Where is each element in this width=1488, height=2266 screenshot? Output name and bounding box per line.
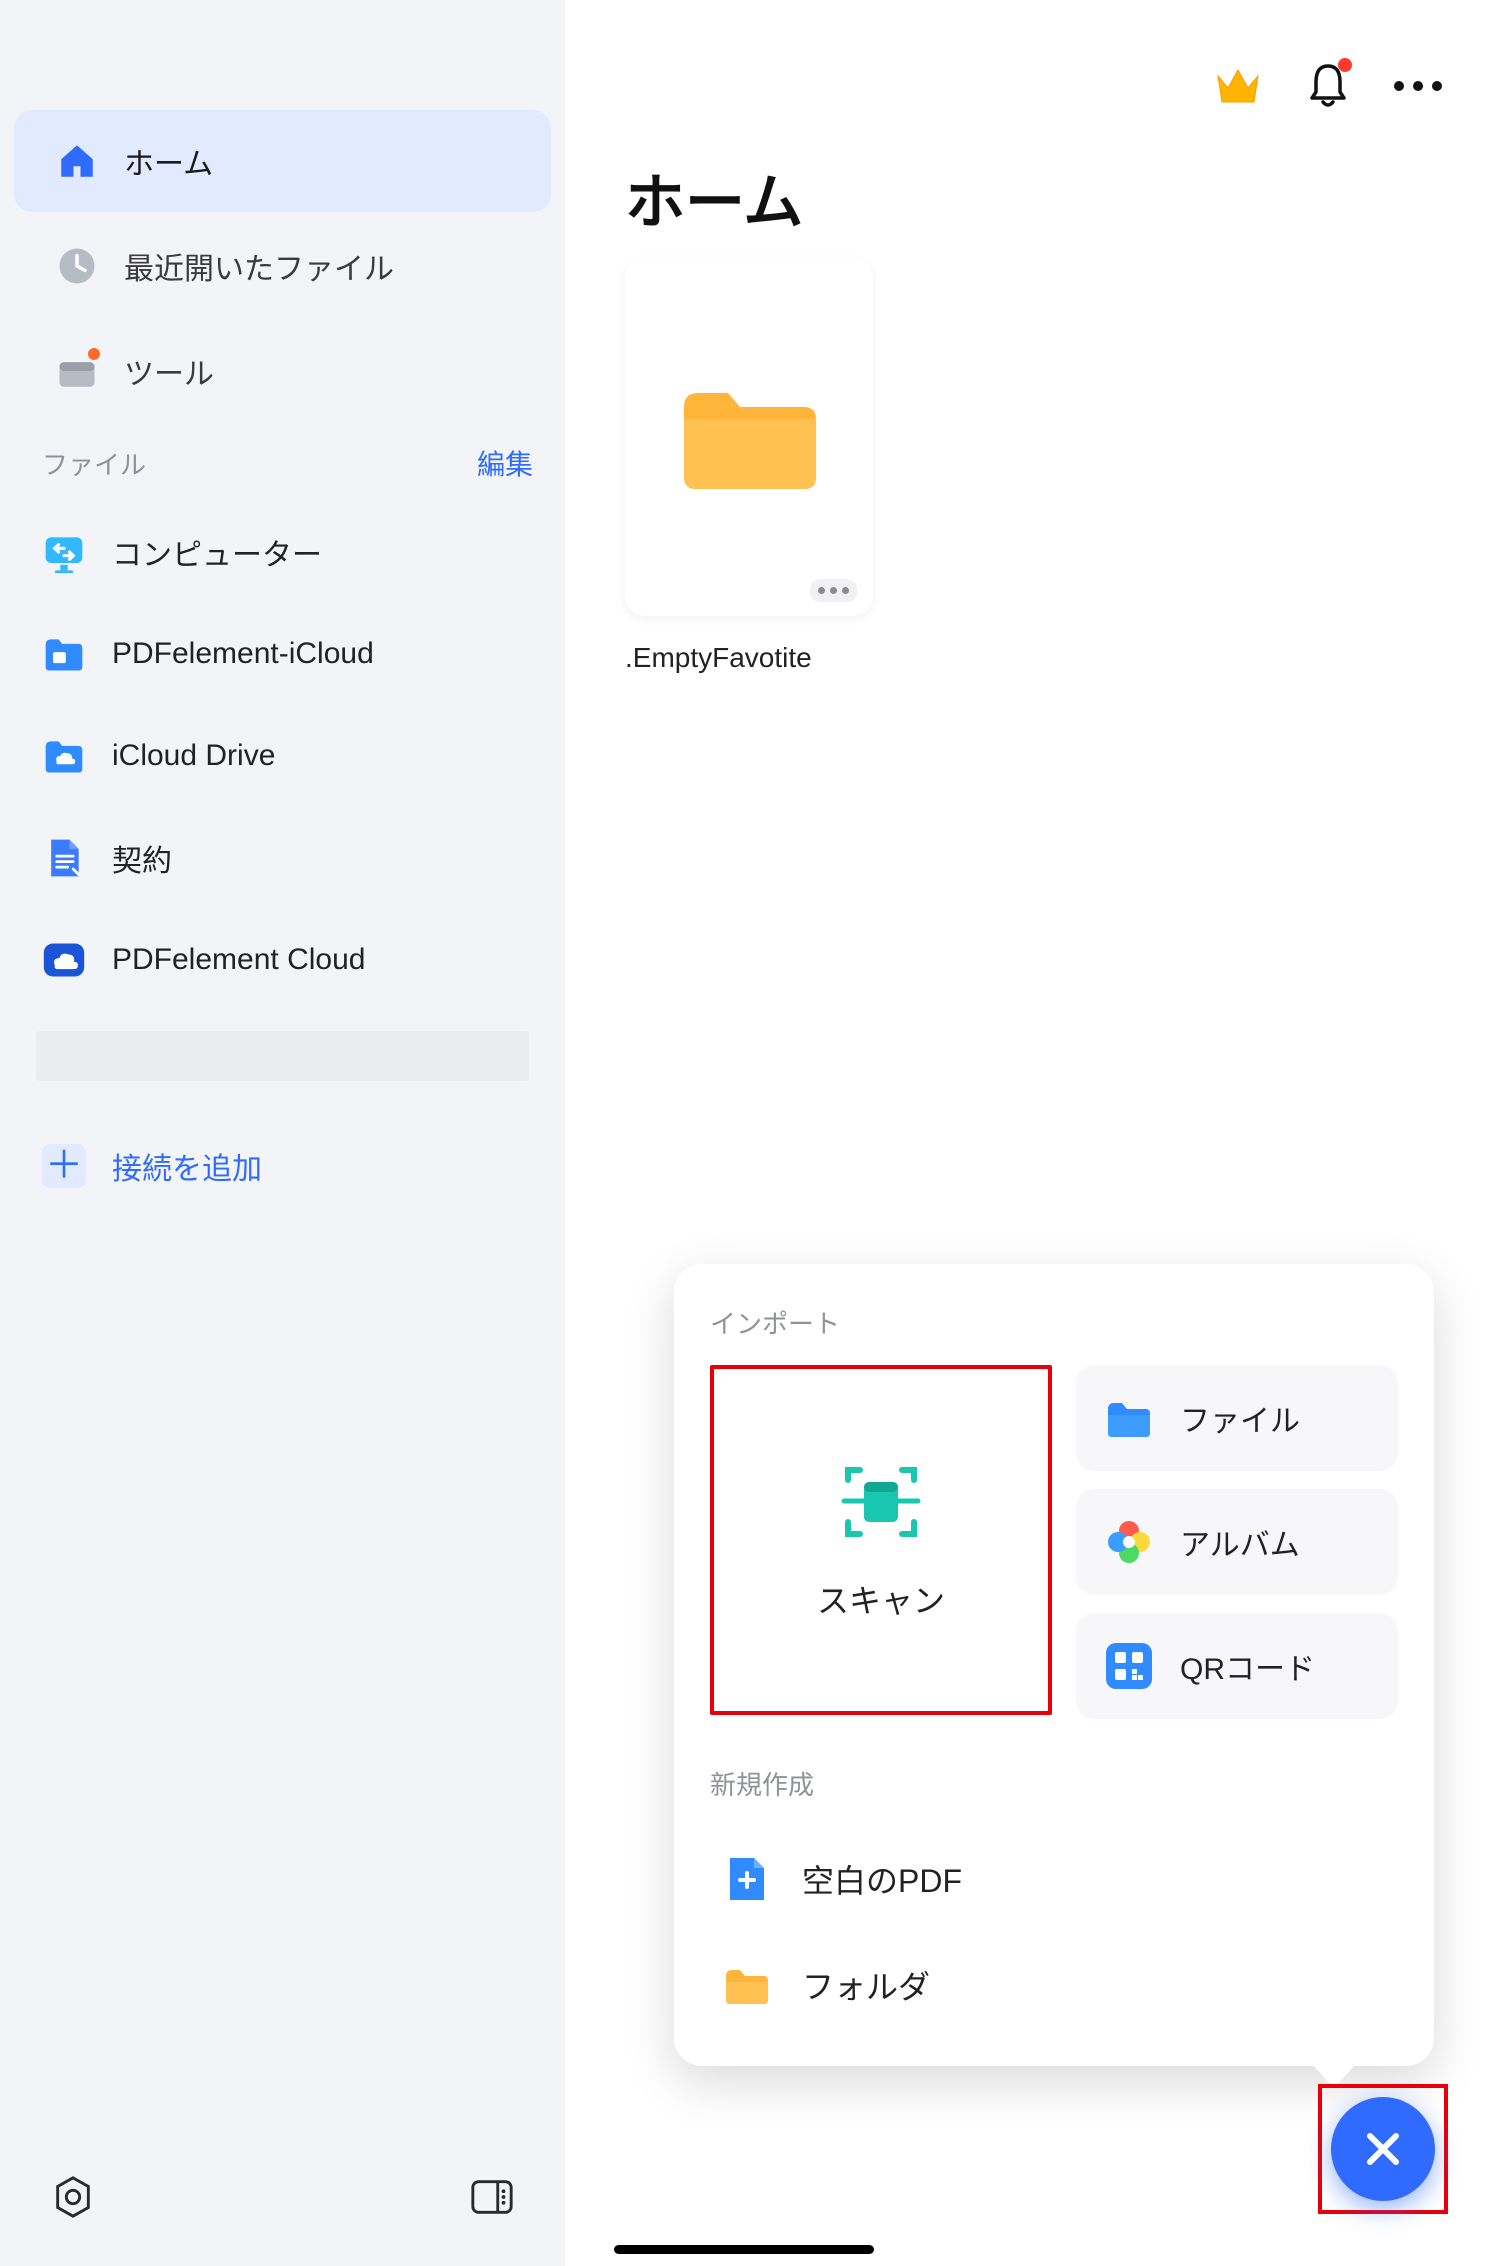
- premium-crown-icon[interactable]: [1214, 66, 1262, 106]
- card-more-icon[interactable]: [810, 579, 857, 602]
- option-label: QRコード: [1180, 1644, 1315, 1688]
- computer-icon: [42, 530, 86, 574]
- scan-label: スキャン: [817, 1576, 945, 1622]
- card-label: .EmptyFavotite: [625, 642, 812, 674]
- create-blank-pdf[interactable]: 空白のPDF: [710, 1826, 1398, 1932]
- create-item-label: フォルダ: [802, 1962, 930, 2008]
- folder-blue-icon: [1102, 1391, 1156, 1445]
- photos-icon: [1102, 1515, 1156, 1569]
- sidebar-item-icloud-drive[interactable]: iCloud Drive: [0, 705, 565, 807]
- import-create-popup: インポート スキャン ファイル: [674, 1264, 1434, 2066]
- close-icon: [1358, 2124, 1408, 2174]
- sidebar-item-tools[interactable]: ツール: [14, 320, 551, 422]
- option-label: ファイル: [1180, 1396, 1300, 1440]
- notification-dot-icon: [1338, 58, 1352, 72]
- add-connection-label: 接続を追加: [112, 1144, 262, 1188]
- add-connection-button[interactable]: ＋ 接続を追加: [0, 1121, 565, 1211]
- sidebar-item-home[interactable]: ホーム: [14, 110, 551, 212]
- scan-icon: [838, 1458, 924, 1544]
- folder-icloud-icon: [42, 734, 86, 778]
- sidebar-item-pdfelement-cloud[interactable]: PDFelement Cloud: [0, 909, 565, 1011]
- folder-blue-icon: [42, 632, 86, 676]
- section-label: ファイル: [42, 445, 146, 482]
- file-item-label: iCloud Drive: [112, 739, 275, 773]
- import-album-option[interactable]: アルバム: [1076, 1489, 1398, 1595]
- close-fab-button[interactable]: [1331, 2097, 1435, 2201]
- sidebar-item-label: ホーム: [124, 139, 213, 183]
- plus-icon: ＋: [42, 1144, 86, 1188]
- notification-bell-icon[interactable]: [1306, 62, 1350, 110]
- blank-pdf-icon: [720, 1852, 774, 1906]
- import-section-label: インポート: [710, 1304, 1398, 1341]
- notification-dot-icon: [88, 348, 100, 360]
- fab-highlight: [1318, 2084, 1448, 2214]
- sidebar-item-pdfelement-icloud[interactable]: PDFelement-iCloud: [0, 603, 565, 705]
- sidebar-item-contract[interactable]: 契約: [0, 807, 565, 909]
- more-menu-icon[interactable]: [1394, 81, 1442, 91]
- home-icon: [56, 140, 98, 182]
- qr-icon: [1102, 1639, 1156, 1693]
- separator: [36, 1031, 529, 1081]
- import-qr-option[interactable]: QRコード: [1076, 1613, 1398, 1719]
- scan-option[interactable]: スキャン: [710, 1365, 1052, 1715]
- edit-button[interactable]: 編集: [477, 443, 533, 483]
- folder-card[interactable]: [625, 258, 873, 616]
- collapse-sidebar-icon[interactable]: [469, 2174, 515, 2220]
- cloud-icon: [42, 938, 86, 982]
- create-folder[interactable]: フォルダ: [710, 1932, 1398, 2038]
- import-file-option[interactable]: ファイル: [1076, 1365, 1398, 1471]
- home-indicator[interactable]: [614, 2245, 874, 2254]
- file-item-label: PDFelement Cloud: [112, 943, 365, 977]
- clock-icon: [56, 245, 98, 287]
- option-label: アルバム: [1180, 1520, 1300, 1564]
- create-section-label: 新規作成: [710, 1765, 1398, 1802]
- file-item-label: コンピューター: [112, 530, 322, 574]
- tools-icon: [56, 350, 98, 392]
- folder-yellow-icon: [720, 1958, 774, 2012]
- sidebar-item-label: ツール: [124, 349, 214, 393]
- settings-icon[interactable]: [50, 2174, 96, 2220]
- file-item-label: PDFelement-iCloud: [112, 637, 374, 671]
- create-item-label: 空白のPDF: [802, 1856, 962, 1902]
- folder-icon: [674, 377, 824, 497]
- document-icon: [42, 836, 86, 880]
- file-item-label: 契約: [112, 836, 172, 880]
- main-panel: ホーム .EmptyFavotite インポート スキャン: [565, 0, 1488, 2266]
- sidebar-item-recent[interactable]: 最近開いたファイル: [14, 215, 551, 317]
- sidebar: ホーム 最近開いたファイル ツール ファイル 編集 コンピューター: [0, 0, 565, 2266]
- sidebar-item-computer[interactable]: コンピューター: [0, 501, 565, 603]
- sidebar-item-label: 最近開いたファイル: [124, 244, 394, 288]
